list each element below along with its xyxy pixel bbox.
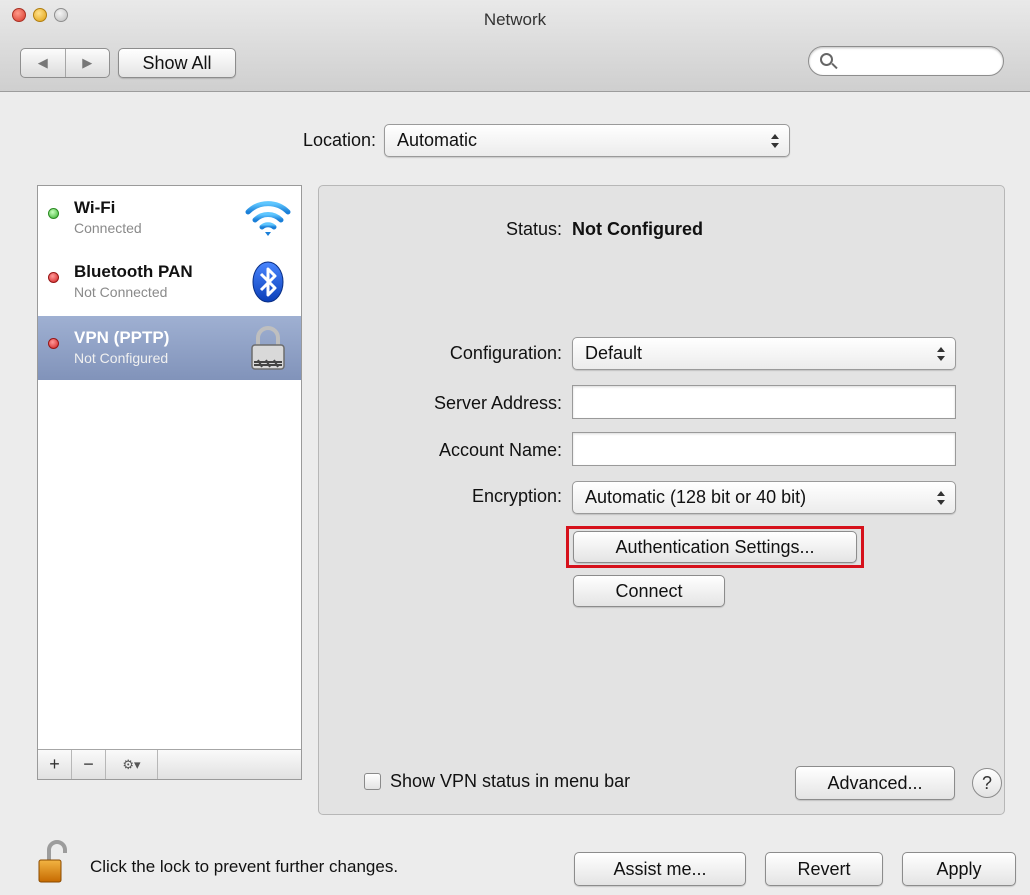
status-label: Status: xyxy=(505,219,562,239)
account-name-label: Account Name: xyxy=(438,440,562,460)
advanced-button[interactable]: Advanced... xyxy=(795,766,955,800)
remove-service-button[interactable]: − xyxy=(72,750,106,779)
forward-button[interactable]: ▶ xyxy=(64,49,110,77)
location-label: Location: xyxy=(302,130,376,150)
show-vpn-status-checkbox[interactable] xyxy=(364,773,381,790)
status-value: Not Configured xyxy=(572,219,703,239)
service-status: Not Connected xyxy=(74,284,168,300)
forward-arrow-icon: ▶ xyxy=(82,55,93,70)
lock-message: Click the lock to prevent further change… xyxy=(90,857,399,876)
service-name: Wi-Fi xyxy=(74,198,116,217)
account-name-input[interactable] xyxy=(573,433,955,465)
popup-arrows-icon xyxy=(937,490,945,505)
configuration-popup[interactable]: Default xyxy=(572,337,956,370)
status-dot-green-icon xyxy=(48,208,59,219)
configuration-value: Default xyxy=(585,343,643,363)
configuration-label: Configuration: xyxy=(449,343,562,363)
service-item-vpn-pptp[interactable]: VPN (PPTP) Not Configured xyxy=(38,316,301,380)
search-field[interactable] xyxy=(808,46,1004,76)
show-all-button[interactable]: Show All xyxy=(118,48,236,78)
server-address-label: Server Address: xyxy=(433,393,562,413)
back-forward-control: ◀ ▶ xyxy=(20,48,110,78)
connect-button[interactable]: Connect xyxy=(573,575,725,607)
popup-arrows-icon xyxy=(937,346,945,361)
help-button[interactable]: ? xyxy=(972,768,1002,798)
service-list-footer: + − ⚙▾ xyxy=(38,749,301,779)
titlebar: Network ◀ ▶ Show All xyxy=(0,0,1030,92)
show-vpn-status-label: Show VPN status in menu bar xyxy=(390,771,631,791)
apply-button[interactable]: Apply xyxy=(902,852,1016,886)
location-value: Automatic xyxy=(397,130,478,150)
revert-button[interactable]: Revert xyxy=(765,852,883,886)
back-button[interactable]: ◀ xyxy=(21,49,65,77)
gear-menu-button[interactable]: ⚙▾ xyxy=(106,750,158,779)
window-title: Network xyxy=(483,10,547,29)
service-status: Not Configured xyxy=(74,350,169,366)
unlocked-padlock-icon[interactable] xyxy=(37,840,75,884)
status-dot-red-icon xyxy=(48,272,59,283)
encryption-value: Automatic (128 bit or 40 bit) xyxy=(585,487,807,507)
add-service-button[interactable]: + xyxy=(38,750,72,779)
wifi-icon xyxy=(245,201,291,236)
help-icon: ? xyxy=(981,772,992,793)
back-arrow-icon: ◀ xyxy=(37,55,48,70)
service-item-bluetooth-pan[interactable]: Bluetooth PAN Not Connected xyxy=(38,250,301,314)
account-name-field[interactable] xyxy=(572,432,956,466)
vpn-lock-icon xyxy=(251,326,285,370)
location-popup[interactable]: Automatic xyxy=(384,124,790,157)
search-input[interactable] xyxy=(841,51,991,71)
service-name: VPN (PPTP) xyxy=(74,328,170,347)
server-address-field[interactable] xyxy=(572,385,956,419)
authentication-settings-button[interactable]: Authentication Settings... xyxy=(573,531,857,563)
service-item-wifi[interactable]: Wi-Fi Connected xyxy=(38,186,301,250)
server-address-input[interactable] xyxy=(573,386,955,418)
encryption-label: Encryption: xyxy=(471,486,562,506)
status-dot-red-icon xyxy=(48,338,59,349)
magnifier-icon xyxy=(820,53,833,66)
service-name: Bluetooth PAN xyxy=(74,262,193,281)
popup-arrows-icon xyxy=(771,133,779,148)
service-list: Wi-Fi Connected Bluetooth PAN Not Connec… xyxy=(37,185,302,780)
bluetooth-icon xyxy=(252,261,284,303)
network-preferences-window: Network ◀ ▶ Show All Location: Automatic… xyxy=(0,0,1030,895)
encryption-popup[interactable]: Automatic (128 bit or 40 bit) xyxy=(572,481,956,514)
service-status: Connected xyxy=(74,220,142,236)
assist-me-button[interactable]: Assist me... xyxy=(574,852,746,886)
